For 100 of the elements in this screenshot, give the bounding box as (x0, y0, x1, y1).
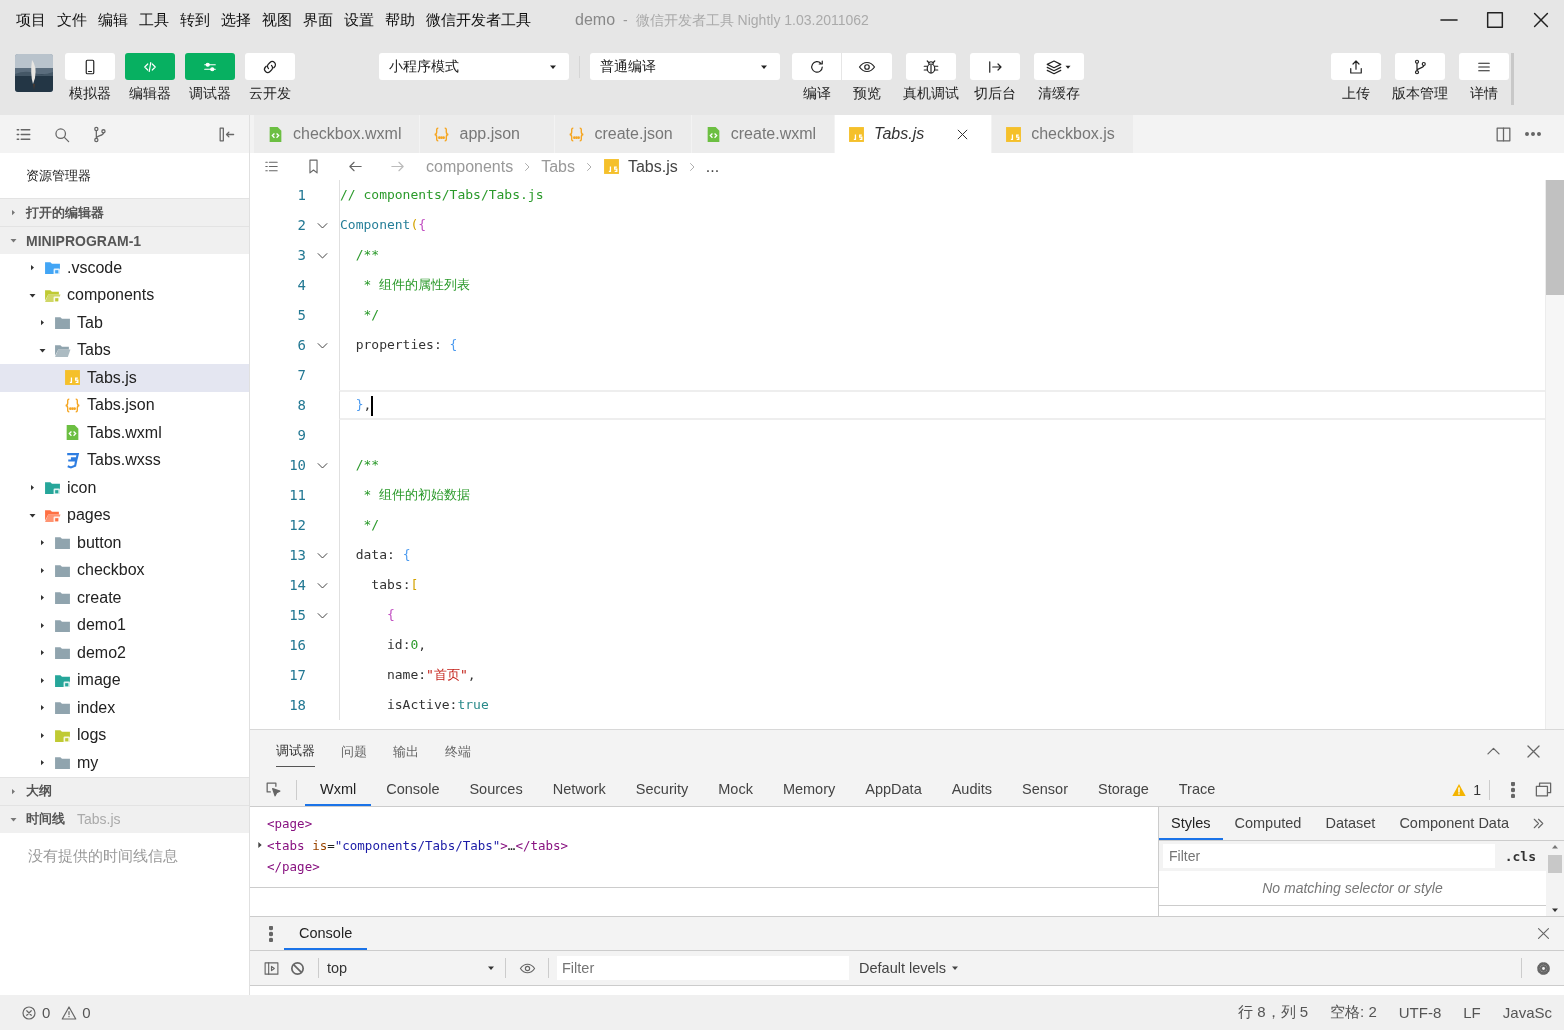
devtools-tab[interactable]: Memory (767, 773, 851, 806)
devtools-tab[interactable]: Wxml (305, 773, 372, 806)
toolbar-button[interactable] (1034, 53, 1084, 80)
tree-item[interactable]: .vscode (0, 254, 249, 282)
tree-item[interactable]: Tabs.js (0, 364, 249, 392)
editor-tab[interactable]: app.json (420, 115, 556, 153)
tree-item[interactable]: Tab (0, 309, 249, 337)
wxml-node[interactable]: <tabs is="components/Tabs/Tabs">…</tabs> (267, 837, 569, 853)
editor-tab[interactable]: checkbox.js (992, 115, 1134, 153)
view-toggle-button[interactable] (65, 53, 115, 80)
tree-item-label: components (67, 286, 155, 305)
gear-icon (1534, 959, 1552, 977)
devtools-tab[interactable]: Console (371, 773, 455, 806)
tree-item[interactable]: demo1 (0, 611, 249, 639)
section-header[interactable]: 时间线 Tabs.js (0, 804, 249, 833)
styles-tab[interactable]: Component Data (1387, 807, 1521, 840)
devtools-tab[interactable]: Sensor (1007, 773, 1083, 806)
tree-item[interactable]: Tabs.wxml (0, 419, 249, 447)
class-toggle-button[interactable]: .cls (1498, 848, 1542, 864)
tree-item[interactable]: checkbox (0, 556, 249, 584)
tree-item[interactable]: button (0, 529, 249, 557)
tree-item[interactable]: Tabs (0, 336, 249, 364)
tree-item-label: Tabs.js (87, 368, 137, 387)
breadcrumb-item[interactable]: ... (705, 157, 720, 176)
toolbar-button[interactable] (842, 53, 892, 80)
menu-item[interactable]: 项目 (16, 10, 46, 30)
devtools-tab[interactable]: Storage (1082, 773, 1164, 806)
menu-item[interactable]: 工具 (139, 10, 169, 30)
filter-field[interactable]: Filter (1163, 844, 1495, 869)
tree-item[interactable]: image (0, 666, 249, 694)
status-item[interactable]: LF (1463, 1004, 1481, 1021)
devtools-tab[interactable]: Audits (936, 773, 1007, 806)
view-toggle-button[interactable] (245, 53, 295, 80)
editor-tab[interactable]: create.json (555, 115, 692, 153)
menu-item[interactable]: 界面 (303, 10, 333, 30)
tree-item[interactable]: my (0, 749, 249, 777)
scrollbar[interactable] (1546, 841, 1564, 916)
tree-item[interactable]: index (0, 694, 249, 722)
compile-select[interactable]: 普通编译 (590, 53, 780, 80)
devtools-tab[interactable]: AppData (850, 773, 937, 806)
status-item[interactable]: UTF-8 (1398, 1004, 1442, 1021)
panel-tab[interactable]: 输出 (393, 736, 419, 767)
devtools-tab[interactable]: Trace (1163, 773, 1231, 806)
editor-tab[interactable]: checkbox.wxml (254, 115, 421, 153)
styles-tab[interactable]: Computed (1222, 807, 1314, 840)
block-icon (288, 959, 306, 977)
section-title: 时间线 (26, 810, 65, 828)
panel-tab[interactable]: 问题 (341, 736, 367, 767)
tree-item[interactable]: components (0, 281, 249, 309)
menu-item[interactable]: 设置 (344, 10, 374, 30)
section-header[interactable]: MINIPROGRAM-1 (0, 226, 249, 254)
wxml-node[interactable]: <page> (267, 816, 313, 832)
menu-item[interactable]: 转到 (180, 10, 210, 30)
filter-field[interactable]: Filter (557, 956, 849, 981)
tree-item[interactable]: logs (0, 721, 249, 749)
panel-tab[interactable]: 终端 (445, 736, 471, 767)
menu-item[interactable]: 选择 (221, 10, 251, 30)
toolbar-button[interactable] (906, 53, 956, 80)
warning-count[interactable]: 0 (82, 1004, 91, 1021)
tree-item[interactable]: Tabs.wxss (0, 446, 249, 474)
panel-tab[interactable]: 调试器 (276, 736, 315, 767)
styles-tab[interactable]: Dataset (1313, 807, 1388, 840)
menu-item[interactable]: 文件 (57, 10, 87, 30)
devtools-tab[interactable]: Sources (454, 773, 538, 806)
tree-item[interactable]: demo2 (0, 639, 249, 667)
error-count[interactable]: 0 (42, 1004, 51, 1021)
section-header[interactable]: 打开的编辑器 (0, 198, 249, 226)
tree-item[interactable]: icon (0, 474, 249, 502)
mode-select[interactable]: 小程序模式 (379, 53, 569, 80)
context-select[interactable]: top (327, 960, 497, 977)
editor-tab[interactable]: create.wxml (691, 115, 836, 153)
tree-item[interactable]: Tabs.json (0, 391, 249, 419)
menu-item[interactable]: 视图 (262, 10, 292, 30)
log-levels-select[interactable]: Default levels (859, 960, 962, 977)
status-item[interactable]: JavaSc (1502, 1004, 1552, 1021)
menu-item[interactable]: 编辑 (98, 10, 128, 30)
warning-count[interactable]: 1 (1473, 781, 1481, 798)
drawer-tab[interactable]: Console (284, 917, 368, 951)
toolbar-button[interactable] (1395, 53, 1445, 80)
breadcrumb-item[interactable]: Tabs.js (627, 157, 678, 176)
view-toggle-button[interactable] (125, 53, 175, 80)
tree-item[interactable]: pages (0, 501, 249, 529)
devtools-tab[interactable]: Mock (703, 773, 768, 806)
tree-item[interactable]: create (0, 584, 249, 612)
styles-tab[interactable]: Styles (1159, 807, 1223, 840)
section-header[interactable]: 大纲 (0, 776, 249, 805)
devtools-tab[interactable]: Security (620, 773, 704, 806)
status-item[interactable]: 空格: 2 (1330, 1003, 1377, 1022)
scrollbar-thumb[interactable] (1546, 180, 1564, 295)
scrollbar-thumb[interactable] (1548, 855, 1562, 874)
toolbar-label: 版本管理 (1392, 85, 1448, 103)
menu-item[interactable]: 微信开发者工具 (426, 10, 531, 30)
editor-tab[interactable]: Tabs.js (835, 115, 993, 153)
devtools-tab[interactable]: Network (537, 773, 621, 806)
status-item[interactable]: 行 8，列 5 (1238, 1003, 1309, 1022)
menu-item[interactable]: 帮助 (385, 10, 415, 30)
braces-file-icon (64, 396, 81, 414)
scrollbar[interactable] (1545, 180, 1564, 729)
view-toggle-button[interactable] (185, 53, 235, 80)
wxml-node[interactable]: </page> (267, 859, 320, 875)
